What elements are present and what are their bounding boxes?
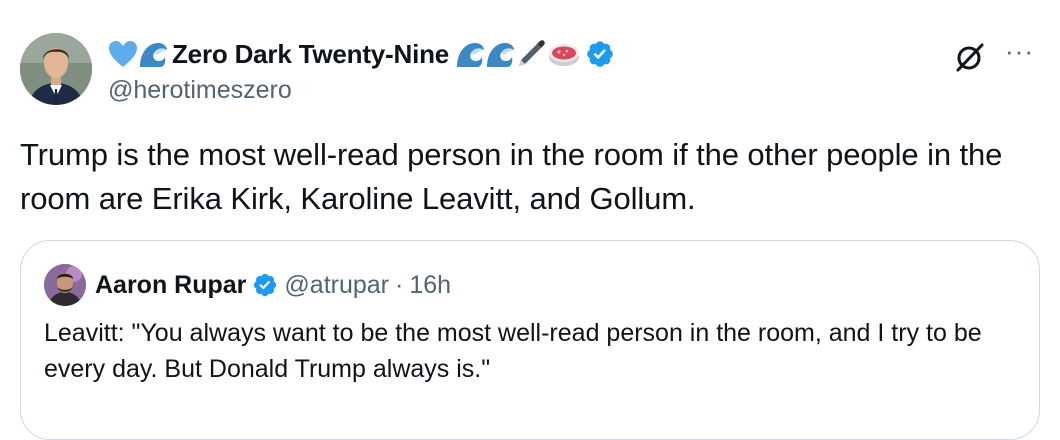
author-name-row: Zero Dark Twenty-Nine: [108, 34, 615, 74]
verified-badge-icon: [585, 39, 615, 69]
grok-icon[interactable]: [953, 40, 987, 74]
author-display-name[interactable]: Zero Dark Twenty-Nine: [172, 39, 449, 70]
water-wave-icon: [485, 39, 515, 69]
water-wave-icon: [455, 39, 485, 69]
blue-heart-icon: [108, 40, 138, 68]
verified-badge-icon: [252, 272, 278, 298]
author-handle[interactable]: @herotimeszero: [108, 76, 292, 105]
post-actions: ···: [953, 38, 1034, 76]
quoted-author-avatar[interactable]: [44, 264, 86, 306]
water-wave-icon: [138, 39, 168, 69]
separator-dot: ·: [395, 270, 404, 299]
quoted-post-header: Aaron Rupar @atrupar · 16h: [95, 267, 451, 303]
tweet: Zero Dark Twenty-Nine @herotimeszero ···…: [0, 0, 1060, 440]
more-options-icon[interactable]: ···: [1005, 38, 1034, 76]
quoted-author-handle[interactable]: @atrupar: [284, 271, 389, 300]
petri-dish-icon: [547, 39, 581, 69]
fountain-pen-icon: [515, 38, 547, 70]
author-avatar[interactable]: [20, 33, 92, 105]
quoted-post-text: Leavitt: "You always want to be the most…: [44, 319, 982, 383]
quoted-author-name[interactable]: Aaron Rupar: [95, 271, 246, 300]
post-text: Trump is the most well-read person in th…: [20, 137, 1003, 216]
quoted-post-time[interactable]: 16h: [409, 271, 451, 300]
quoted-post[interactable]: Aaron Rupar @atrupar · 16h Leavitt: "You…: [20, 240, 1040, 440]
